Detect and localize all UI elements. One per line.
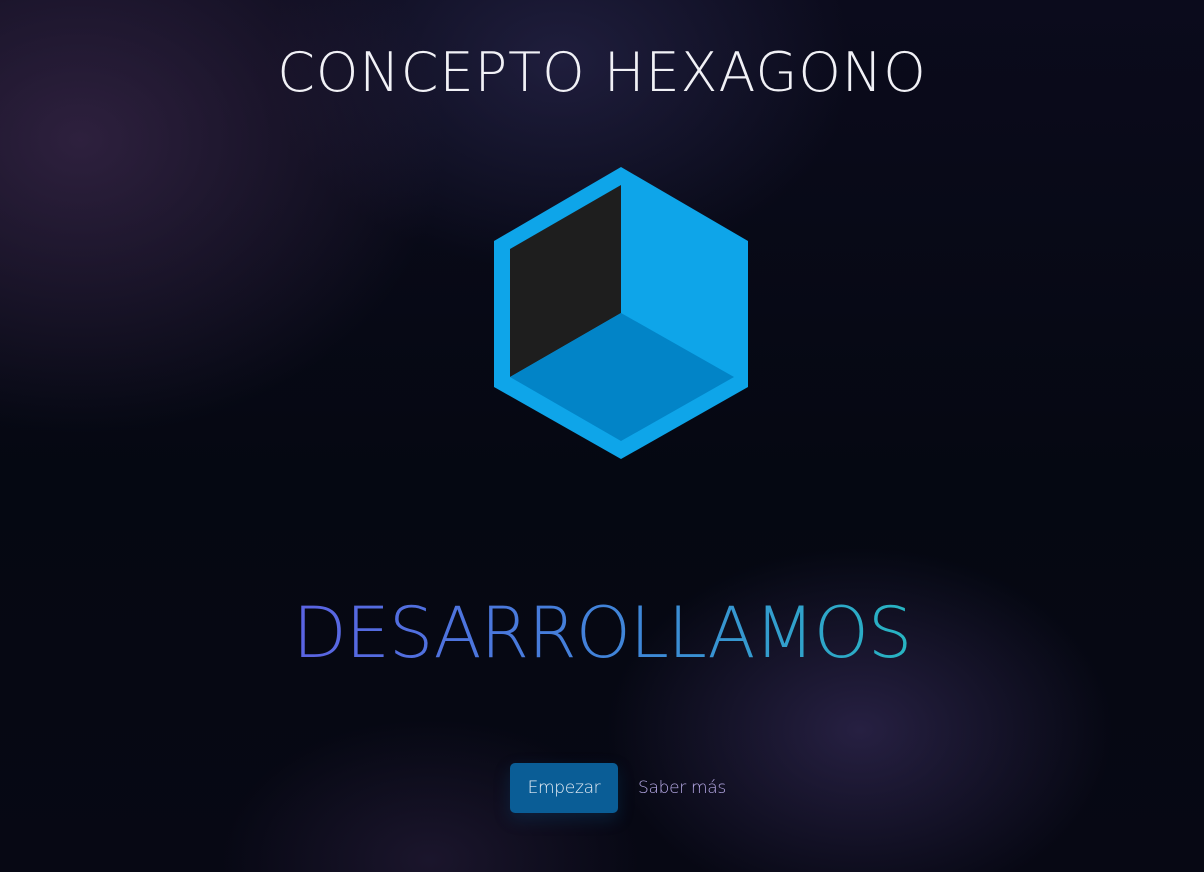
page-title: CONCEPTO HEXAGONO (277, 41, 927, 104)
headline: DESARROLLAMOS (0, 588, 1204, 678)
hexagon-cube-icon (494, 167, 748, 459)
cta-group: Empezar Saber más (510, 763, 726, 813)
headline-text: DESARROLLAMOS (292, 592, 913, 674)
learn-more-link[interactable]: Saber más (638, 778, 726, 798)
hero-section: CONCEPTO HEXAGONO DESARROLLAMOS Empezar … (0, 0, 1204, 872)
start-button[interactable]: Empezar (510, 763, 618, 813)
